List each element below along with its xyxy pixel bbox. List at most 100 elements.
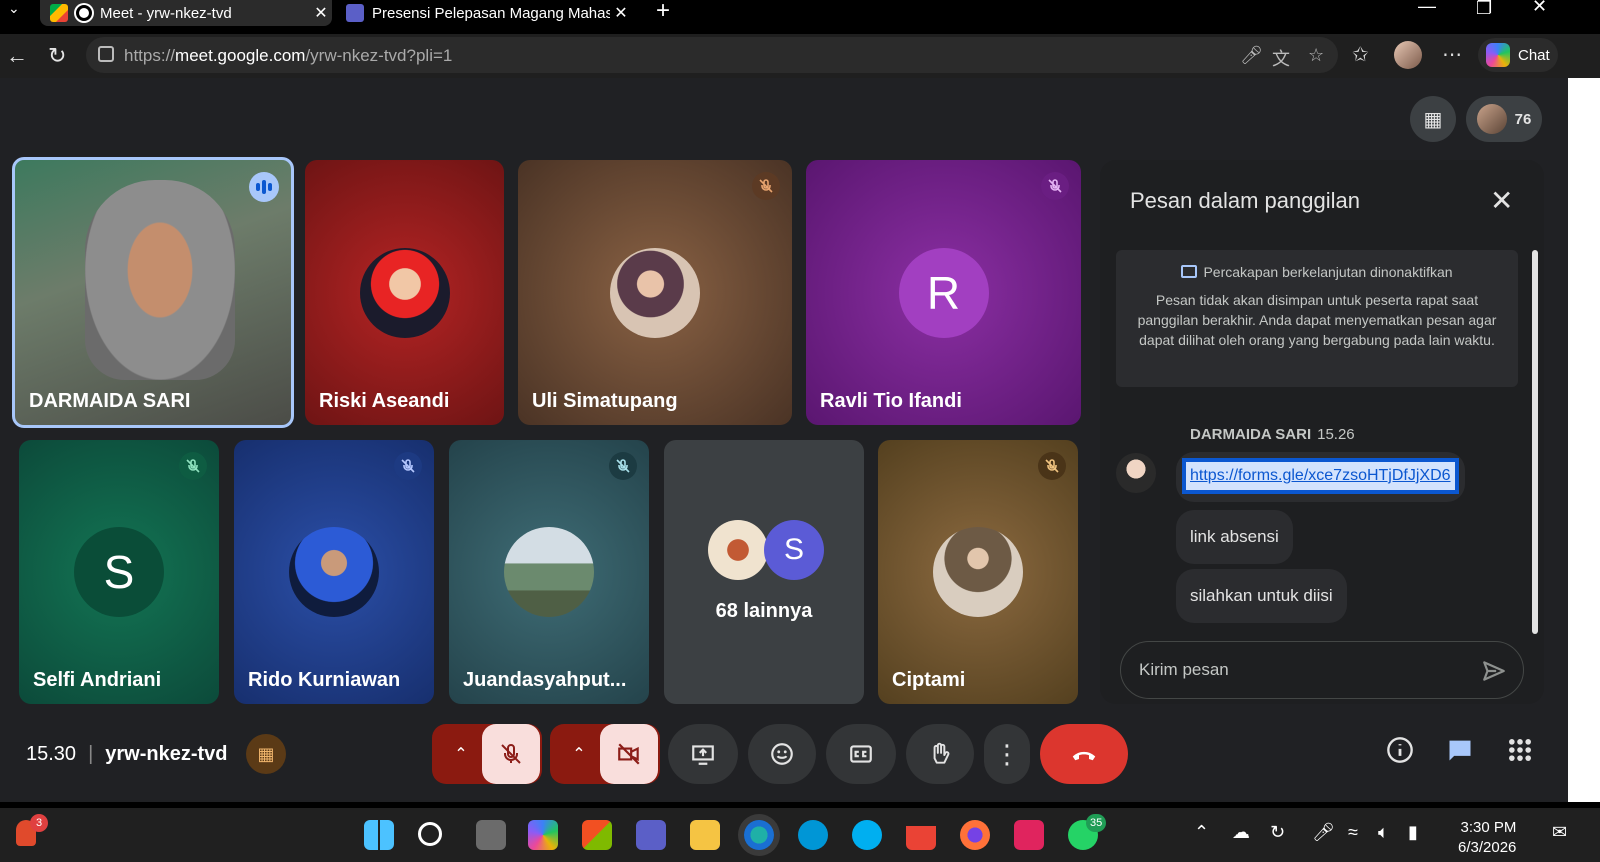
leave-call-button[interactable] bbox=[1040, 724, 1128, 784]
present-screen-button[interactable] bbox=[668, 724, 738, 784]
volume-icon[interactable]: 🔈︎ bbox=[1378, 822, 1389, 843]
skype-icon[interactable] bbox=[852, 820, 882, 850]
captions-button[interactable] bbox=[826, 724, 896, 784]
send-icon[interactable] bbox=[1481, 658, 1507, 684]
microphone-icon[interactable]: 🎤︎ bbox=[1240, 45, 1263, 66]
participant-count: 76 bbox=[1514, 110, 1532, 128]
translate-icon[interactable]: 文 bbox=[1272, 45, 1290, 71]
notice-title: Percakapan berkelanjutan dinonaktifkan bbox=[1203, 264, 1453, 280]
participant-avatar bbox=[359, 247, 450, 338]
meeting-details-icon[interactable] bbox=[1386, 736, 1414, 771]
acrobat-icon[interactable] bbox=[1014, 820, 1044, 850]
edge-browser-icon[interactable] bbox=[744, 820, 774, 850]
favorites-icon[interactable]: ✩ bbox=[1352, 42, 1369, 67]
participant-name: Ravli Tio Ifandi bbox=[820, 390, 962, 412]
close-tab-icon[interactable]: ✕ bbox=[310, 3, 332, 23]
system-clock[interactable]: 3:30 PM 6/3/2026 bbox=[1458, 818, 1516, 858]
tab-meet[interactable]: Meet - yrw-nkez-tvd ✕ bbox=[40, 0, 332, 26]
raise-hand-button[interactable] bbox=[906, 724, 974, 784]
participant-tile-rido[interactable]: Rido Kurniawan bbox=[234, 440, 434, 704]
notification-badge: 3 bbox=[30, 814, 48, 832]
mic-off-icon bbox=[501, 743, 521, 764]
new-tab-icon[interactable]: + bbox=[656, 0, 670, 25]
chat-scrollbar[interactable] bbox=[1532, 250, 1538, 634]
battery-icon[interactable]: ▮ bbox=[1408, 822, 1418, 843]
file-explorer-icon[interactable] bbox=[690, 820, 720, 850]
participants-button[interactable]: 76 bbox=[1466, 96, 1542, 142]
host-controls-icon[interactable]: ▦ bbox=[246, 734, 286, 774]
mic-off-icon bbox=[752, 172, 780, 200]
mic-off-icon bbox=[1041, 172, 1069, 200]
chat-panel-toggle-icon[interactable] bbox=[1446, 736, 1474, 771]
windows-taskbar: 3 35 ⌃ ☁ ↻ 🎤︎ ≈ 🔈︎ ▮ 3:30 PM 6/3/2026 ✉ bbox=[0, 808, 1600, 862]
show-hidden-icons-icon[interactable]: ⌃ bbox=[1194, 822, 1209, 843]
search-icon[interactable] bbox=[418, 822, 442, 846]
restore-icon[interactable]: ❐ bbox=[1476, 0, 1492, 19]
participant-tile-uli[interactable]: Uli Simatupang bbox=[518, 160, 792, 425]
camera-off-button[interactable] bbox=[600, 724, 658, 784]
copilot-taskbar-icon[interactable] bbox=[528, 820, 558, 850]
participant-name: Uli Simatupang bbox=[532, 390, 678, 412]
tab-strip: ⌄ Meet - yrw-nkez-tvd ✕ Presensi Pelepas… bbox=[0, 0, 1600, 34]
meeting-time: 15.30 bbox=[26, 743, 77, 765]
tab-presensi[interactable]: Presensi Pelepasan Magang Mahasiswa ✕ bbox=[336, 0, 632, 26]
participant-tile-juanda[interactable]: Juandasyahput... bbox=[449, 440, 649, 704]
task-view-icon[interactable] bbox=[476, 820, 506, 850]
more-menu-icon[interactable]: ⋯ bbox=[1442, 42, 1462, 67]
notification-center-icon[interactable]: ✉ bbox=[1552, 822, 1567, 843]
hp-icon[interactable] bbox=[798, 820, 828, 850]
others-count-label: 68 lainnya bbox=[715, 600, 813, 622]
copilot-chat-button[interactable]: Chat bbox=[1478, 38, 1558, 72]
participant-initial-avatar: S bbox=[764, 520, 824, 580]
meeting-code: yrw-nkez-tvd bbox=[105, 743, 228, 765]
back-icon[interactable]: ← bbox=[6, 43, 28, 69]
message-compose bbox=[1120, 641, 1524, 699]
windows-start-icon[interactable] bbox=[364, 820, 394, 850]
chat-message: https://forms.gle/xce7zsoHTjDfJjXD6 bbox=[1176, 452, 1465, 502]
participant-name: Juandasyahput... bbox=[463, 669, 627, 691]
participant-avatar bbox=[610, 247, 700, 338]
captions-icon bbox=[850, 745, 872, 763]
site-info-icon[interactable] bbox=[98, 46, 114, 62]
video-options-chevron-icon[interactable]: ⌃ bbox=[554, 724, 604, 784]
participant-tile-ciptami[interactable]: Ciptami bbox=[878, 440, 1078, 704]
others-tile[interactable]: S 68 lainnya bbox=[664, 440, 864, 704]
tab-actions-menu-icon[interactable]: ⌄ bbox=[8, 0, 20, 17]
favorite-star-icon[interactable]: ☆ bbox=[1308, 45, 1324, 66]
mic-off-icon bbox=[609, 452, 637, 480]
participant-avatar bbox=[708, 520, 768, 580]
participant-tile-darmaida[interactable]: DARMAIDA SARI bbox=[12, 157, 294, 428]
google-meet-icon bbox=[50, 4, 68, 22]
activities-apps-icon[interactable] bbox=[1506, 736, 1534, 771]
close-window-icon[interactable]: ✕ bbox=[1532, 0, 1547, 17]
wifi-icon[interactable]: ≈ bbox=[1348, 822, 1358, 843]
meeting-info: 15.30 | yrw-nkez-tvd bbox=[26, 743, 228, 765]
more-options-button[interactable]: ⋮ bbox=[984, 724, 1030, 784]
microsoft-store-icon[interactable] bbox=[582, 820, 612, 850]
close-tab-icon[interactable]: ✕ bbox=[610, 3, 632, 23]
onedrive-icon[interactable]: ☁ bbox=[1232, 822, 1250, 843]
participant-name: Rido Kurniawan bbox=[248, 669, 401, 691]
reload-icon[interactable]: ↻ bbox=[48, 43, 66, 69]
emoji-icon bbox=[771, 743, 793, 765]
participant-tile-selfi[interactable]: S Selfi Andriani bbox=[19, 440, 219, 704]
mic-off-icon bbox=[179, 452, 207, 480]
profile-avatar[interactable] bbox=[1394, 41, 1422, 69]
message-link[interactable]: https://forms.gle/xce7zsoHTjDfJjXD6 bbox=[1182, 458, 1459, 494]
microphone-tray-icon[interactable]: 🎤︎ bbox=[1312, 822, 1335, 843]
participant-name: Selfi Andriani bbox=[33, 669, 162, 691]
sync-icon[interactable]: ↻ bbox=[1270, 822, 1285, 843]
message-input[interactable] bbox=[1139, 654, 1459, 686]
participant-tile-ravli[interactable]: R Ravli Tio Ifandi bbox=[806, 160, 1081, 425]
microphone-off-button[interactable] bbox=[482, 724, 540, 784]
reactions-button[interactable] bbox=[748, 724, 816, 784]
participant-tile-riski[interactable]: Riski Aseandi bbox=[305, 160, 504, 425]
captions-off-icon[interactable]: ▦ bbox=[1410, 96, 1456, 142]
close-icon[interactable]: ✕ bbox=[1490, 184, 1513, 217]
firefox-icon[interactable] bbox=[960, 820, 990, 850]
gmail-icon[interactable] bbox=[906, 820, 936, 850]
minimize-icon[interactable]: — bbox=[1418, 0, 1436, 17]
url-field[interactable]: https://meet.google.com/yrw-nkez-tvd?pli… bbox=[86, 37, 1338, 73]
teams-icon[interactable] bbox=[636, 820, 666, 850]
audio-options-chevron-icon[interactable]: ⌃ bbox=[436, 724, 486, 784]
